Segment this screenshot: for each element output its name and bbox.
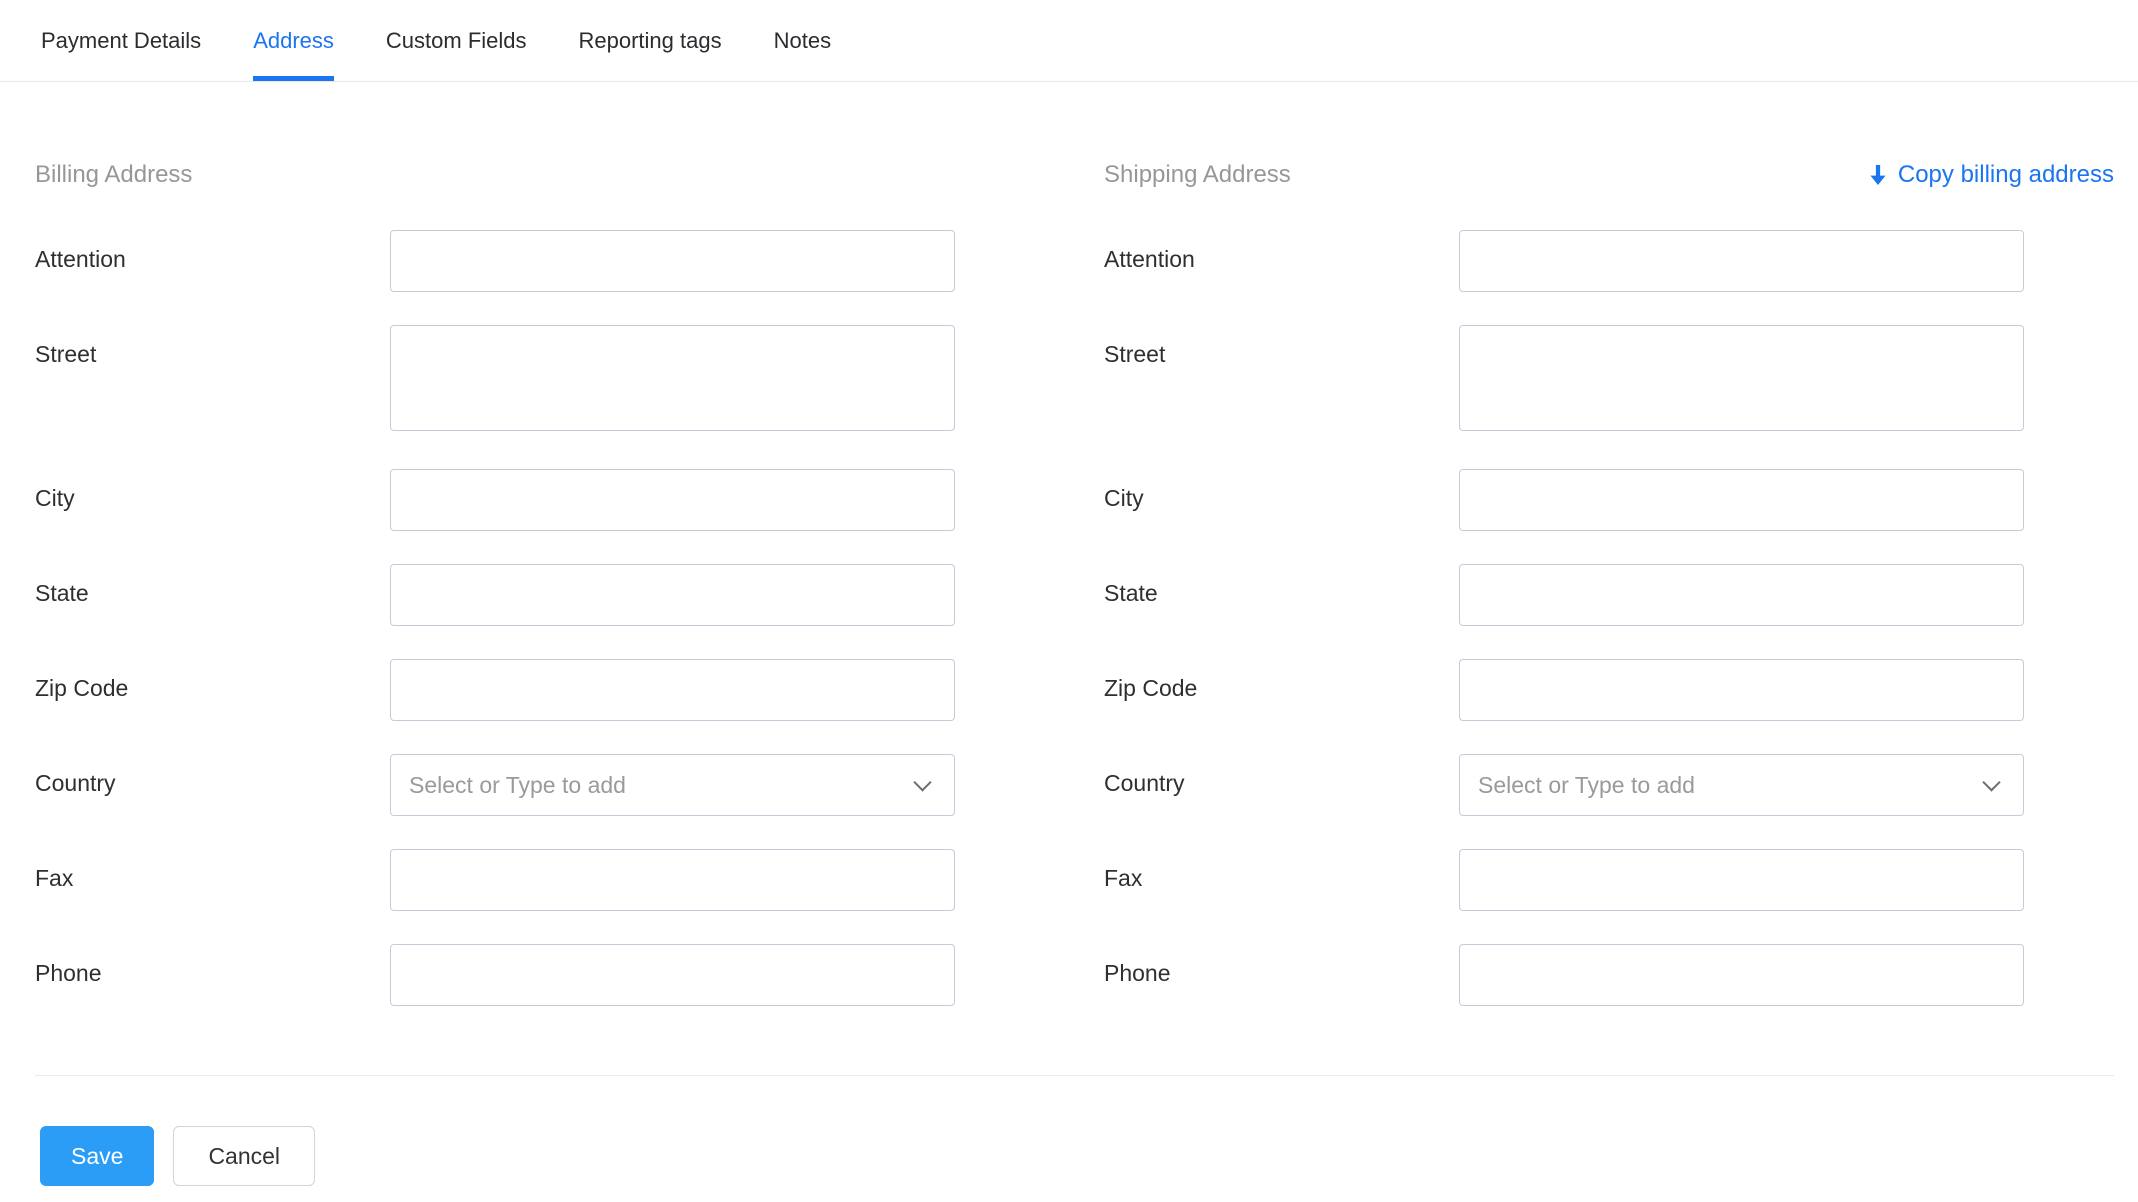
country-label: Country	[1104, 770, 1185, 796]
billing-phone-input[interactable]	[390, 944, 955, 1006]
form-footer: Save Cancel	[0, 1126, 2138, 1186]
tab-notes[interactable]: Notes	[774, 0, 831, 81]
save-button[interactable]: Save	[40, 1126, 155, 1186]
billing-city-row: City	[35, 469, 955, 531]
section-headers: Billing Address Shipping Address Copy bi…	[35, 160, 2114, 190]
copy-billing-address-label: Copy billing address	[1897, 161, 2114, 188]
billing-attention-input[interactable]	[390, 230, 955, 292]
tab-payment-details[interactable]: Payment Details	[41, 0, 201, 81]
shipping-country-select[interactable]	[1459, 754, 2024, 816]
attention-label: Attention	[1104, 246, 1195, 272]
billing-zip-row: Zip Code	[35, 659, 955, 721]
shipping-fax-input[interactable]	[1459, 849, 2024, 911]
billing-attention-row: Attention	[35, 230, 955, 292]
street-label: Street	[1104, 341, 1166, 367]
shipping-zip-input[interactable]	[1459, 659, 2024, 721]
billing-zip-input[interactable]	[390, 659, 955, 721]
shipping-phone-row: Phone	[1104, 944, 2024, 1006]
footer-divider	[35, 1075, 2114, 1076]
shipping-state-input[interactable]	[1459, 564, 2024, 626]
shipping-fax-row: Fax	[1104, 849, 2024, 911]
billing-country-row: Country	[35, 754, 955, 816]
copy-billing-address-link[interactable]: Copy billing address	[1868, 161, 2114, 189]
fax-label: Fax	[35, 865, 74, 891]
shipping-city-input[interactable]	[1459, 469, 2024, 531]
shipping-attention-input[interactable]	[1459, 230, 2024, 292]
city-label: City	[35, 485, 75, 511]
billing-state-input[interactable]	[390, 564, 955, 626]
shipping-street-textarea[interactable]	[1459, 325, 2024, 431]
shipping-city-row: City	[1104, 469, 2024, 531]
shipping-street-row: Street	[1104, 325, 2024, 436]
state-label: State	[1104, 580, 1158, 606]
tab-custom-fields[interactable]: Custom Fields	[386, 0, 527, 81]
down-arrow-icon	[1870, 165, 1886, 185]
state-label: State	[35, 580, 89, 606]
billing-city-input[interactable]	[390, 469, 955, 531]
billing-fax-row: Fax	[35, 849, 955, 911]
tab-address[interactable]: Address	[253, 0, 334, 81]
zip-code-label: Zip Code	[35, 675, 129, 701]
billing-fax-input[interactable]	[390, 849, 955, 911]
street-label: Street	[35, 341, 97, 367]
city-label: City	[1104, 485, 1144, 511]
shipping-state-row: State	[1104, 564, 2024, 626]
billing-street-textarea[interactable]	[390, 325, 955, 431]
phone-label: Phone	[1104, 960, 1171, 986]
fax-label: Fax	[1104, 865, 1143, 891]
shipping-address-section: Attention Street City State Zip Code Cou…	[1104, 230, 2024, 1039]
billing-street-row: Street	[35, 325, 955, 436]
shipping-address-heading: Shipping Address	[1104, 161, 1291, 188]
billing-phone-row: Phone	[35, 944, 955, 1006]
phone-label: Phone	[35, 960, 102, 986]
shipping-phone-input[interactable]	[1459, 944, 2024, 1006]
billing-address-heading: Billing Address	[35, 161, 193, 188]
shipping-country-row: Country	[1104, 754, 2024, 816]
country-label: Country	[35, 770, 116, 796]
shipping-attention-row: Attention	[1104, 230, 2024, 292]
cancel-button[interactable]: Cancel	[173, 1126, 316, 1186]
zip-code-label: Zip Code	[1104, 675, 1198, 701]
billing-country-select[interactable]	[390, 754, 955, 816]
attention-label: Attention	[35, 246, 126, 272]
billing-state-row: State	[35, 564, 955, 626]
address-form: Billing Address Shipping Address Copy bi…	[0, 160, 2138, 1076]
tab-reporting-tags[interactable]: Reporting tags	[579, 0, 722, 81]
billing-address-section: Attention Street City State Zip Code Cou…	[35, 230, 955, 1039]
tab-bar: Payment Details Address Custom Fields Re…	[0, 0, 2138, 82]
shipping-zip-row: Zip Code	[1104, 659, 2024, 721]
